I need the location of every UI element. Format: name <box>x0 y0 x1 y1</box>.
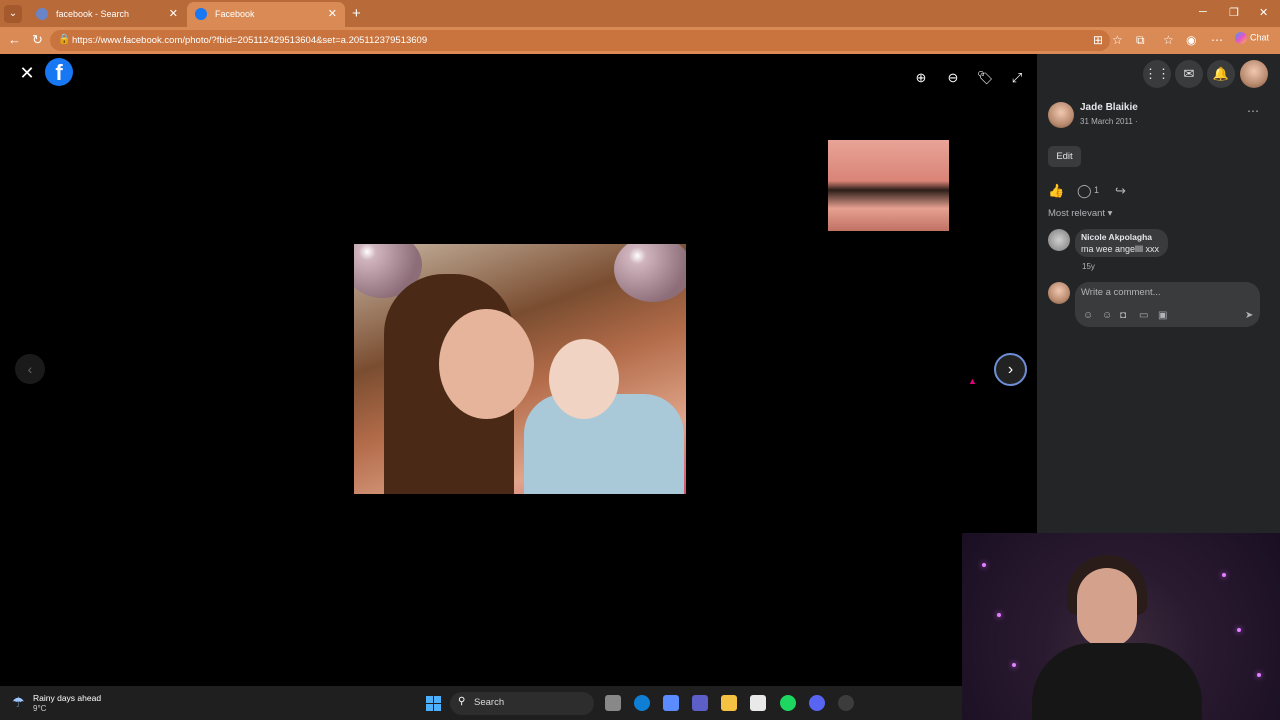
copilot-app-icon[interactable] <box>663 695 679 711</box>
camera-icon[interactable]: ◘ <box>1120 310 1126 321</box>
sort-label: Most relevant <box>1048 208 1106 219</box>
tab-title: Facebook <box>215 9 255 19</box>
avatar-sticker-icon[interactable]: ☺ <box>1083 310 1093 321</box>
discord-icon[interactable] <box>809 695 825 711</box>
favorites-icon[interactable]: ☆ <box>1163 33 1174 47</box>
comment-text: ma wee angellll xxx <box>1081 244 1160 254</box>
sticker-icon[interactable]: ▣ <box>1158 310 1167 321</box>
copilot-chat-button[interactable]: Chat <box>1235 32 1269 44</box>
previous-photo-button[interactable]: ‹ <box>15 354 45 384</box>
commenter-name[interactable]: Nicole Akpolagha <box>1081 232 1152 242</box>
grid-menu-icon[interactable]: ⋮⋮ <box>1143 60 1171 88</box>
streamer-body <box>1032 643 1202 720</box>
profile-icon[interactable]: ◉ <box>1186 33 1196 47</box>
windows-taskbar: ☂ Rainy days ahead 9°C ⚲ Search <box>0 686 962 720</box>
more-menu-icon[interactable]: ⋯ <box>1211 33 1223 47</box>
messenger-icon[interactable]: ✉ <box>1175 60 1203 88</box>
tab-facebook[interactable]: Facebook ✕ <box>187 2 345 27</box>
bing-favicon-icon <box>36 8 48 20</box>
fairy-light <box>1222 573 1226 577</box>
start-button[interactable] <box>426 696 441 711</box>
close-tab-icon[interactable]: ✕ <box>169 7 178 20</box>
weather-temp[interactable]: 9°C <box>33 704 46 713</box>
meme-overlay-image <box>828 140 949 231</box>
streamer-face <box>1077 568 1137 648</box>
comment-age[interactable]: 15y <box>1082 262 1095 271</box>
back-button[interactable]: ← <box>8 32 21 47</box>
facebook-logo[interactable]: f <box>45 58 73 86</box>
mouse-cursor: ▲ <box>968 376 977 386</box>
fairy-light <box>1237 628 1241 632</box>
settings-icon[interactable] <box>838 695 854 711</box>
next-photo-button[interactable]: › <box>994 353 1027 386</box>
taskbar-search-label: Search <box>474 697 505 708</box>
tab-strip: ⌄ facebook - Search ✕ Facebook ✕ + ─ ❐ ✕ <box>0 0 1280 27</box>
favorite-star-icon[interactable]: ☆ <box>1112 33 1123 47</box>
search-icon: ⚲ <box>458 696 466 707</box>
photo-baby-face <box>549 339 619 419</box>
webcam-overlay <box>962 533 1280 720</box>
comment-count: 1 <box>1094 185 1100 195</box>
comment-placeholder: Write a comment... <box>1081 287 1161 298</box>
zoom-in-icon[interactable]: ⊕ <box>909 66 933 90</box>
file-explorer-icon[interactable] <box>721 695 737 711</box>
more-options-icon[interactable]: ⋯ <box>1247 104 1259 118</box>
fairy-light <box>1257 673 1261 677</box>
close-window-button[interactable]: ✕ <box>1259 6 1268 19</box>
spotify-icon[interactable] <box>780 695 796 711</box>
like-icon[interactable]: 👍 <box>1048 183 1064 199</box>
send-icon[interactable]: ➤ <box>1245 310 1253 321</box>
tab-facebook-search[interactable]: facebook - Search ✕ <box>28 2 186 27</box>
tab-title: facebook - Search <box>56 9 130 19</box>
store-icon[interactable] <box>750 695 766 711</box>
emoji-icon[interactable]: ☺ <box>1102 310 1112 321</box>
edge-icon[interactable] <box>634 695 650 711</box>
author-name[interactable]: Jade Blaikie <box>1080 102 1138 113</box>
address-bar[interactable]: 🔒 https://www.facebook.com/photo/?fbid=2… <box>50 30 1110 51</box>
edit-button[interactable]: Edit <box>1048 146 1081 167</box>
zoom-out-icon[interactable]: ⊖ <box>941 66 965 90</box>
extensions-icon[interactable]: ⧉ <box>1136 33 1145 48</box>
share-icon[interactable]: ↪ <box>1115 183 1126 199</box>
tag-icon[interactable]: 🏷 <box>973 66 997 90</box>
tab-actions-menu[interactable]: ⌄ <box>4 5 22 23</box>
browser-window: ⌄ facebook - Search ✕ Facebook ✕ + ─ ❐ ✕… <box>0 0 1280 720</box>
taskbar-search[interactable] <box>450 692 594 715</box>
fairy-light <box>997 613 1001 617</box>
account-avatar[interactable] <box>1240 60 1268 88</box>
fairy-light <box>1012 663 1016 667</box>
balloon <box>614 244 686 302</box>
new-tab-button[interactable]: + <box>352 5 361 22</box>
close-tab-icon[interactable]: ✕ <box>328 7 337 20</box>
task-view-icon[interactable] <box>605 695 621 711</box>
post-date[interactable]: 31 March 2011 · <box>1080 117 1138 126</box>
url-text: https://www.facebook.com/photo/?fbid=205… <box>72 35 428 46</box>
minimize-button[interactable]: ─ <box>1199 6 1207 18</box>
fullscreen-icon[interactable]: ⤢ <box>1005 66 1029 90</box>
bell-icon[interactable]: 🔔 <box>1207 60 1235 88</box>
photo-woman-face <box>439 309 534 419</box>
main-photo <box>354 244 686 494</box>
facebook-favicon-icon <box>195 8 207 20</box>
chat-label: Chat <box>1250 32 1270 43</box>
weather-title[interactable]: Rainy days ahead <box>33 693 101 703</box>
gif-icon[interactable]: ▭ <box>1139 310 1148 321</box>
commenter-avatar[interactable] <box>1048 229 1070 251</box>
comment-sort-dropdown[interactable]: Most relevant ▾ <box>1048 208 1112 219</box>
browser-toolbar: ← ↻ 🔒 https://www.facebook.com/photo/?fb… <box>0 27 1280 54</box>
my-avatar <box>1048 282 1070 304</box>
maximize-button[interactable]: ❐ <box>1229 6 1239 19</box>
author-avatar[interactable] <box>1048 102 1074 128</box>
photo-viewer: ✕ f ⊕ ⊖ 🏷 ⤢ ‹ › ▲ <box>0 54 1037 686</box>
comment-icon[interactable]: ◯ <box>1077 183 1092 199</box>
fairy-light <box>982 563 986 567</box>
app-available-icon[interactable]: ⊞ <box>1093 33 1103 47</box>
weather-icon[interactable]: ☂ <box>12 694 25 711</box>
refresh-button[interactable]: ↻ <box>32 32 43 48</box>
lock-icon: 🔒 <box>58 34 71 45</box>
close-icon[interactable]: ✕ <box>16 62 38 84</box>
teams-icon[interactable] <box>692 695 708 711</box>
copilot-icon <box>1235 32 1247 44</box>
